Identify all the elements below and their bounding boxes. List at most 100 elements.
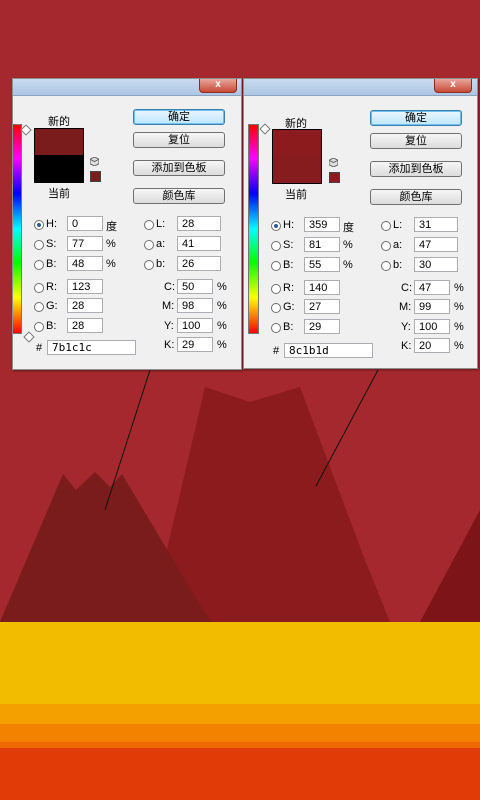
out-of-gamut-swatch[interactable] xyxy=(90,171,101,182)
b-field[interactable]: 55 xyxy=(304,257,340,272)
hue-slider-handle[interactable] xyxy=(259,123,271,135)
y-field[interactable]: 100 xyxy=(177,318,213,333)
lab-a-label: a: xyxy=(156,238,166,250)
s-unit: % xyxy=(343,239,353,251)
lab-b-field[interactable]: 30 xyxy=(414,257,458,272)
lab-b-field[interactable]: 26 xyxy=(177,256,221,271)
lab-a-radio[interactable] xyxy=(381,241,391,251)
close-icon[interactable]: x xyxy=(199,79,237,93)
current-color-swatch[interactable] xyxy=(272,156,322,184)
current-color-label: 当前 xyxy=(48,188,70,200)
lab-a-field[interactable]: 41 xyxy=(177,236,221,251)
c-field[interactable]: 50 xyxy=(177,279,213,294)
color-picker-dialog-right: x 新的 当前 确定 复位 添加到色板 颜色库 H: 359 度 S: 81 %… xyxy=(243,78,478,369)
g-radio[interactable] xyxy=(271,303,281,313)
add-to-swatches-button[interactable]: 添加到色板 xyxy=(370,161,462,177)
y-unit: % xyxy=(217,320,227,332)
lab-l-field[interactable]: 31 xyxy=(414,217,458,232)
blue-radio[interactable] xyxy=(34,322,44,332)
s-radio[interactable] xyxy=(271,241,281,251)
k-label: K: xyxy=(401,340,412,352)
lab-a-radio[interactable] xyxy=(144,240,154,250)
h-field[interactable]: 359 xyxy=(304,217,340,232)
s-label: S: xyxy=(283,239,294,251)
s-unit: % xyxy=(106,238,116,250)
current-color-swatch[interactable] xyxy=(34,155,84,183)
blue-label: B: xyxy=(46,320,57,332)
web-safe-cube-icon[interactable] xyxy=(90,157,99,166)
dialog-body: 新的 当前 确定 复位 添加到色板 颜色库 H: 0 度 S: 77 % B: … xyxy=(13,95,241,369)
g-radio[interactable] xyxy=(34,302,44,312)
hex-field[interactable]: 8c1b1d xyxy=(284,343,373,358)
k-label: K: xyxy=(164,339,175,351)
b-field[interactable]: 48 xyxy=(67,256,103,271)
blue-radio[interactable] xyxy=(271,323,281,333)
h-radio[interactable] xyxy=(34,220,44,230)
m-label: M: xyxy=(399,301,412,313)
h-field[interactable]: 0 xyxy=(67,216,103,231)
reset-button[interactable]: 复位 xyxy=(370,133,462,149)
r-label: R: xyxy=(46,281,57,293)
color-libraries-button[interactable]: 颜色库 xyxy=(133,188,225,204)
hue-spectrum-slider[interactable] xyxy=(13,124,22,334)
k-unit: % xyxy=(454,340,464,352)
r-radio[interactable] xyxy=(34,283,44,293)
b-radio[interactable] xyxy=(271,261,281,271)
reset-button[interactable]: 复位 xyxy=(133,132,225,148)
m-field[interactable]: 98 xyxy=(177,298,213,313)
k-field[interactable]: 20 xyxy=(414,338,450,353)
lab-a-label: a: xyxy=(393,239,403,251)
close-icon[interactable]: x xyxy=(434,79,472,93)
r-radio[interactable] xyxy=(271,284,281,294)
blue-label: B: xyxy=(283,321,294,333)
hex-label: # xyxy=(273,345,280,357)
m-label: M: xyxy=(162,300,175,312)
s-field[interactable]: 81 xyxy=(304,237,340,252)
lab-b-radio[interactable] xyxy=(381,261,391,271)
hue-slider-handle[interactable] xyxy=(20,124,32,136)
out-of-gamut-swatch[interactable] xyxy=(329,172,340,183)
k-unit: % xyxy=(217,339,227,351)
g-label: G: xyxy=(283,301,295,313)
s-field[interactable]: 77 xyxy=(67,236,103,251)
hue-slider-handle-bottom[interactable] xyxy=(23,331,35,343)
color-picker-dialog-left: x 新的 当前 确定 复位 添加到色板 颜色库 H: 0 度 S: 77 % B… xyxy=(12,78,242,370)
y-unit: % xyxy=(454,321,464,333)
band-yellow xyxy=(0,622,480,704)
add-to-swatches-button[interactable]: 添加到色板 xyxy=(133,160,225,176)
c-field[interactable]: 47 xyxy=(414,280,450,295)
web-safe-cube-icon[interactable] xyxy=(329,158,338,167)
s-label: S: xyxy=(46,238,57,250)
b-label: B: xyxy=(283,259,294,271)
blue-field[interactable]: 28 xyxy=(67,318,103,333)
lab-l-radio[interactable] xyxy=(381,221,391,231)
g-field[interactable]: 27 xyxy=(304,299,340,314)
new-color-label: 新的 xyxy=(48,116,70,128)
blue-field[interactable]: 29 xyxy=(304,319,340,334)
g-label: G: xyxy=(46,300,58,312)
m-field[interactable]: 99 xyxy=(414,299,450,314)
lab-l-field[interactable]: 28 xyxy=(177,216,221,231)
lab-l-radio[interactable] xyxy=(144,220,154,230)
hue-spectrum-slider[interactable] xyxy=(248,124,259,334)
lab-a-field[interactable]: 47 xyxy=(414,237,458,252)
r-label: R: xyxy=(283,282,294,294)
h-radio[interactable] xyxy=(271,221,281,231)
ok-button[interactable]: 确定 xyxy=(370,110,462,126)
b-radio[interactable] xyxy=(34,260,44,270)
y-field[interactable]: 100 xyxy=(414,319,450,334)
lab-b-radio[interactable] xyxy=(144,260,154,270)
color-libraries-button[interactable]: 颜色库 xyxy=(370,189,462,205)
hex-field[interactable]: 7b1c1c xyxy=(47,340,136,355)
b-unit: % xyxy=(343,259,353,271)
k-field[interactable]: 29 xyxy=(177,337,213,352)
ok-button[interactable]: 确定 xyxy=(133,109,225,125)
r-field[interactable]: 140 xyxy=(304,280,340,295)
m-unit: % xyxy=(217,300,227,312)
h-unit: 度 xyxy=(106,221,117,233)
r-field[interactable]: 123 xyxy=(67,279,103,294)
b-unit: % xyxy=(106,258,116,270)
s-radio[interactable] xyxy=(34,240,44,250)
g-field[interactable]: 28 xyxy=(67,298,103,313)
c-label: C: xyxy=(401,282,412,294)
